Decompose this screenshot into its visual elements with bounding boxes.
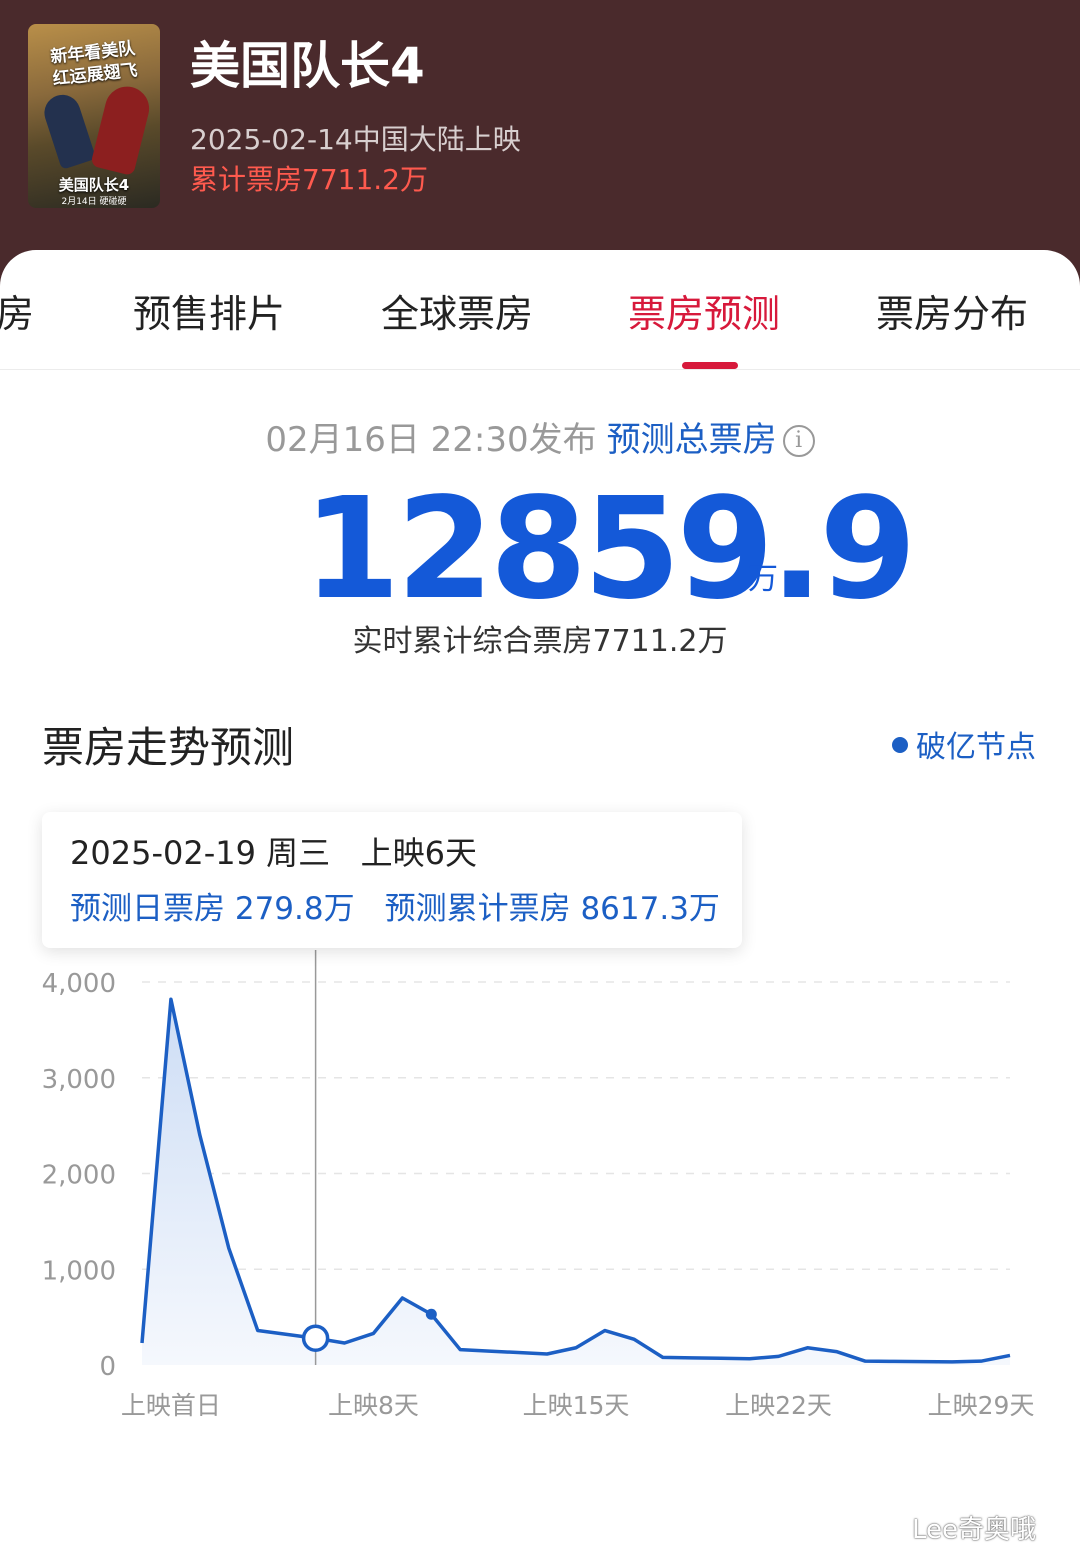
x-tick-label: 上映8天 <box>328 1391 419 1420</box>
tab-forecast[interactable]: 票房预测 <box>628 290 780 338</box>
x-tick-label: 上映首日 <box>121 1391 221 1420</box>
movie-poster[interactable]: 新年看美队 红运展翅飞 美国队长4 2月14日 硬碰硬 <box>28 24 160 208</box>
poster-figure-left <box>39 90 97 170</box>
movie-title: 美国队长4 <box>190 37 425 95</box>
box-office-trend-chart[interactable]: 0 1,000 2,000 3,000 4,000 上映首日 上映8天 上映15天 上映22天 上… <box>0 950 1080 1430</box>
cumulative-box-office: 累计票房7711.2万 <box>190 163 428 196</box>
trend-area <box>142 999 1010 1365</box>
tab-presale[interactable]: 预售排片 <box>133 290 285 338</box>
chart-tooltip: 2025-02-19 周三 上映6天 预测日票房 279.8万 预测累计票房 86… <box>42 812 742 948</box>
publish-time: 02月16日 22:30发布 <box>265 420 597 460</box>
trend-title: 票房走势预测 <box>42 723 295 772</box>
tooltip-date: 2025-02-19 周三 <box>70 834 331 872</box>
tab-distribution[interactable]: 票房分布 <box>876 290 1028 338</box>
trend-line <box>140 997 1011 1364</box>
x-tick-label: 上映22天 <box>725 1391 832 1420</box>
tab-global[interactable]: 全球票房 <box>381 290 533 338</box>
forecast-publish-line: 02月16日 22:30发布 预测总票房 i <box>0 418 1080 462</box>
info-icon[interactable]: i <box>782 425 815 457</box>
highlight-point <box>301 1324 330 1352</box>
y-tick-label: 4,000 <box>42 969 116 999</box>
tab-box-office[interactable]: 票房 <box>0 290 34 338</box>
poster-title: 美国队长4 <box>58 176 130 194</box>
x-tick-label: 上映15天 <box>523 1391 630 1420</box>
poster-date: 2月14日 硬碰硬 <box>61 197 127 207</box>
realtime-box-office: 实时累计综合票房7711.2万 <box>352 624 728 659</box>
legend-label: 破亿节点 <box>916 730 1036 765</box>
x-tick-label: 上映29天 <box>928 1391 1035 1420</box>
y-tick-label: 3,000 <box>42 1065 116 1095</box>
tooltip-day: 上映6天 <box>360 834 478 872</box>
tab-bar: 票房 预售排片 全球票房 票房预测 票房分布 <box>0 250 1080 370</box>
poster-figure-right <box>90 81 154 177</box>
watermark: Lee奇奥哦 <box>912 1515 1037 1545</box>
y-tick-label: 2,000 <box>42 1161 116 1191</box>
forecast-total-value: 12859.9 <box>303 468 917 631</box>
y-tick-label: 1,000 <box>42 1256 116 1286</box>
milestone-point <box>425 1308 437 1320</box>
tooltip-daily: 预测日票房 279.8万 <box>70 891 355 927</box>
poster-slogan: 新年看美队 红运展翅飞 <box>32 36 156 92</box>
tab-active-indicator <box>682 362 738 369</box>
tooltip-values: 预测日票房 279.8万 预测累计票房 8617.3万 <box>70 888 720 930</box>
tooltip-cumulative: 预测累计票房 8617.3万 <box>384 891 720 927</box>
milestone-legend[interactable]: 破亿节点 <box>892 728 1036 768</box>
forecast-total-unit: 万 <box>748 562 778 597</box>
forecast-total-label: 预测总票房 <box>606 420 777 460</box>
release-date: 2025-02-14中国大陆上映 <box>190 123 521 156</box>
legend-dot-icon <box>892 737 908 753</box>
y-tick-label: 0 <box>99 1352 116 1382</box>
tooltip-date-line: 2025-02-19 周三 上映6天 <box>70 832 477 874</box>
